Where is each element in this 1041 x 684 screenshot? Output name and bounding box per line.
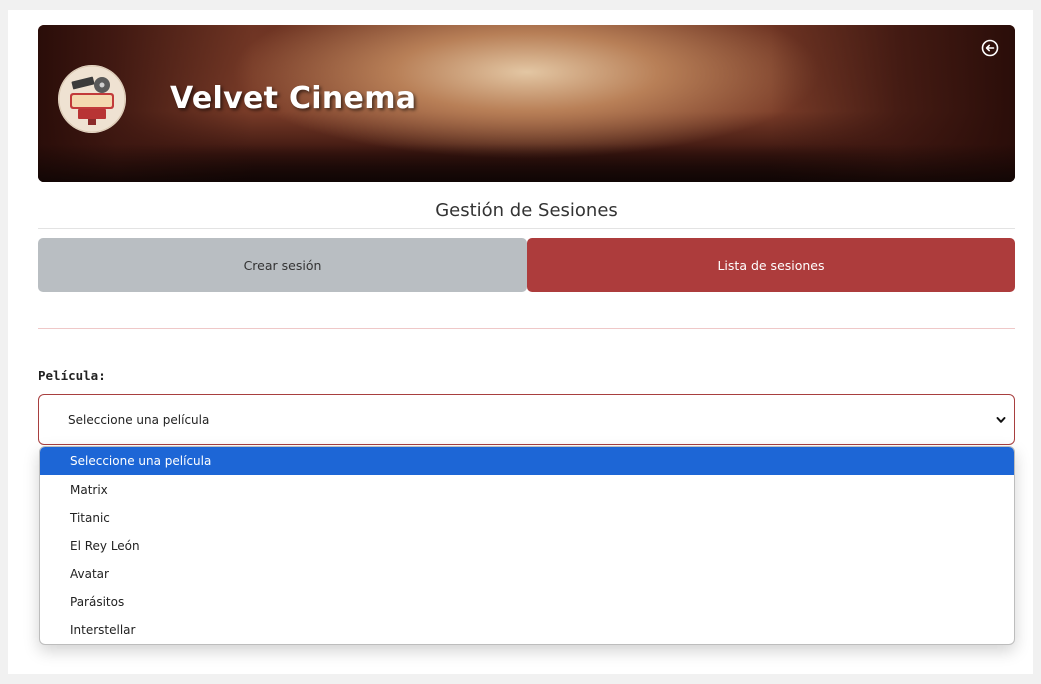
- movie-select[interactable]: Seleccione una película: [38, 394, 1015, 445]
- movie-label: Película:: [38, 368, 106, 383]
- form-divider: [38, 328, 1015, 329]
- chevron-down-icon: [996, 415, 1006, 425]
- movie-option[interactable]: El Rey León: [40, 532, 1014, 560]
- movie-select-value: Seleccione una película: [68, 412, 210, 427]
- session-tabs: Crear sesión Lista de sesiones: [38, 238, 1015, 292]
- page-card: Velvet Cinema Gestión de Sesiones Crear …: [8, 10, 1033, 674]
- tab-session-list[interactable]: Lista de sesiones: [527, 238, 1015, 292]
- brand-title: Velvet Cinema: [170, 81, 417, 116]
- movie-option[interactable]: Interstellar: [40, 616, 1014, 644]
- cinema-logo: [58, 65, 126, 133]
- title-divider: [38, 228, 1015, 229]
- logout-icon[interactable]: [981, 39, 999, 57]
- movie-option[interactable]: Parásitos: [40, 588, 1014, 616]
- page-title: Gestión de Sesiones: [435, 200, 618, 221]
- movie-option[interactable]: Matrix: [40, 476, 1014, 504]
- header-banner: Velvet Cinema: [38, 25, 1015, 182]
- movie-option[interactable]: Avatar: [40, 560, 1014, 588]
- movie-option[interactable]: Titanic: [40, 504, 1014, 532]
- movie-dropdown-list: Seleccione una película Matrix Titanic E…: [39, 446, 1015, 645]
- movie-option[interactable]: Seleccione una película: [40, 447, 1014, 475]
- tab-create-session[interactable]: Crear sesión: [38, 238, 527, 292]
